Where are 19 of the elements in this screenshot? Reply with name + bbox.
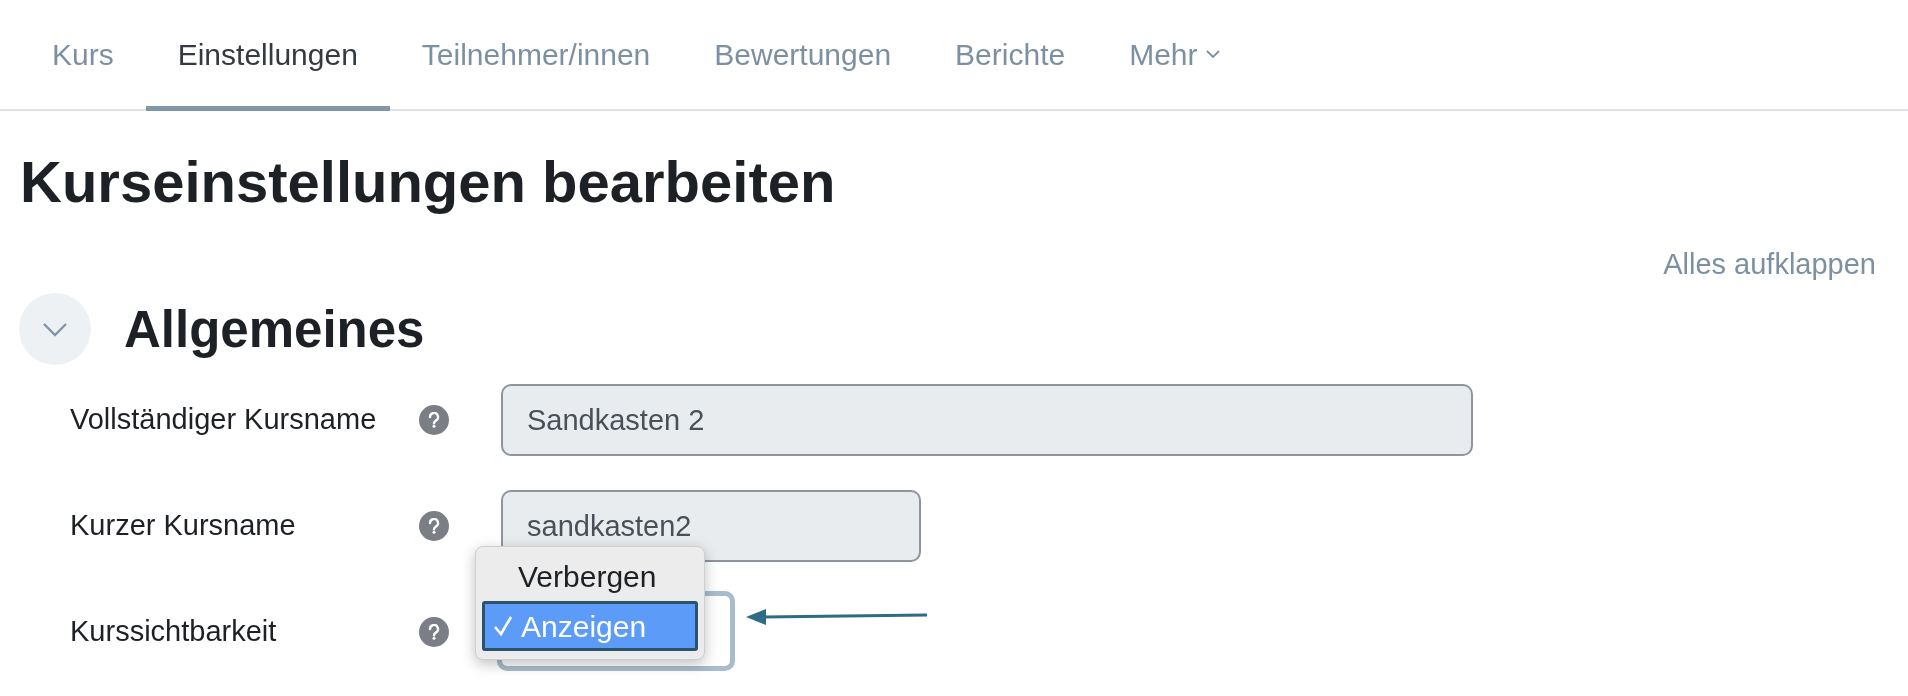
field-label: Kurssichtbarkeit <box>69 614 278 650</box>
nav-tab[interactable]: Mehr <box>1097 2 1252 111</box>
help-icon[interactable] <box>419 511 449 541</box>
dropdown-option[interactable]: Anzeigen <box>482 601 698 651</box>
nav-tab[interactable]: Teilnehmer/innen <box>389 2 683 111</box>
field-label: Kurzer Kursname <box>69 508 297 544</box>
chevron-down-icon <box>1205 49 1220 59</box>
nav-tab[interactable]: Einstellungen <box>145 2 390 111</box>
field-label: Vollständiger Kursname <box>69 402 378 438</box>
chevron-down-icon <box>42 321 68 337</box>
expand-all-link[interactable]: Alles aufklappen <box>1663 247 1876 281</box>
nav-tab[interactable]: Berichte <box>923 2 1098 111</box>
help-icon[interactable] <box>419 617 449 647</box>
nav-tab[interactable]: Bewertungen <box>682 2 924 111</box>
arrow-icon <box>746 607 928 627</box>
check-icon <box>493 615 513 637</box>
help-icon[interactable] <box>419 405 449 435</box>
nav-tab[interactable]: Kurs <box>20 2 146 111</box>
text-field[interactable]: Sandkasten 2 <box>501 384 1473 456</box>
